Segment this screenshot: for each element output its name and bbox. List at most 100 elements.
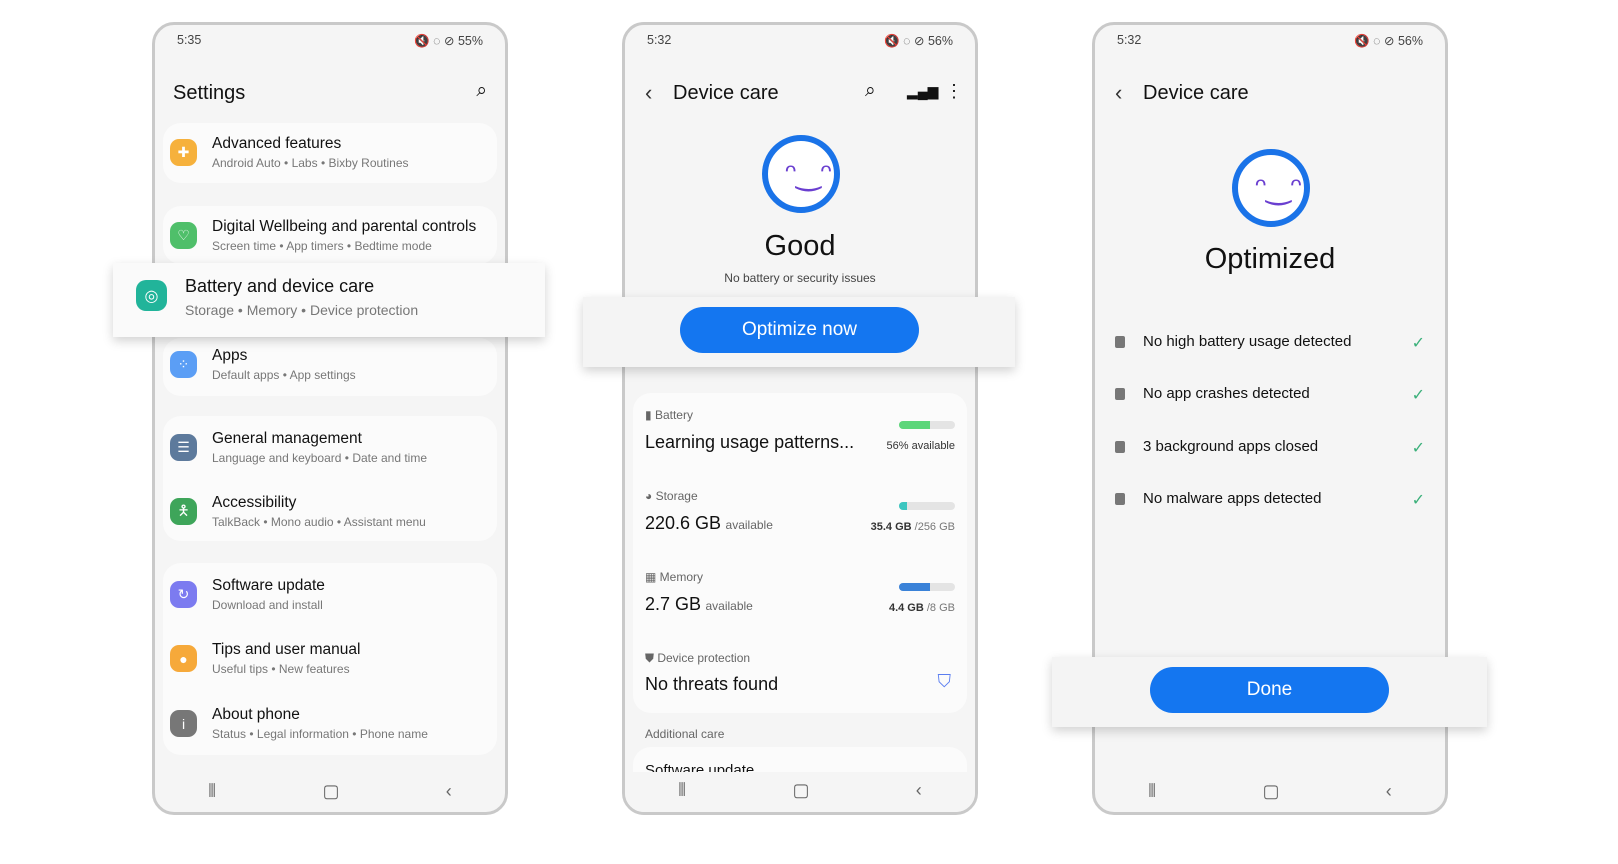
settings-phone: 5:35 🔇 ◌ ⊘ 55% Settings ⌕ ✚ Advanced featu… [152, 22, 508, 815]
back-icon[interactable]: ‹ [645, 80, 652, 106]
item-subtitle: Status • Legal information • Phone name [212, 727, 428, 741]
settings-item-general-management[interactable]: ☰ General management Language and keyboard… [155, 430, 505, 474]
app-icon [1115, 388, 1125, 400]
settings-item-accessibility[interactable]: 🯅 Accessibility TalkBack • Mono audio • As… [155, 494, 505, 538]
settings-item-tips[interactable]: ● Tips and user manual Useful tips • New f… [155, 641, 505, 685]
item-title: Accessibility [212, 494, 297, 511]
general-management-icon: ☰ [170, 434, 197, 461]
device-care-icon: ◎ [136, 280, 167, 311]
item-subtitle: Screen time • App timers • Bedtime mode [212, 239, 432, 253]
status-time: 5:32 [1117, 33, 1142, 47]
nav-bar: ⦀ ▢ ‹ [155, 781, 505, 802]
settings-item-apps[interactable]: ⁘ Apps Default apps • App settings [155, 347, 505, 391]
back-icon[interactable]: ‹ [1386, 781, 1392, 802]
home-icon[interactable]: ▢ [322, 781, 339, 802]
optimize-now-button[interactable]: Optimize now [680, 307, 919, 353]
search-icon[interactable]: ⌕ [865, 80, 876, 102]
check-icon: ✓ [1411, 492, 1425, 509]
check-icon: ✓ [1411, 387, 1425, 404]
nav-bar: ⦀ ▢ ‹ [625, 772, 975, 812]
item-title: Digital Wellbeing and parental controls [212, 218, 477, 235]
check-icon: ✓ [1411, 440, 1425, 457]
battery-detail: 56% available [886, 440, 956, 452]
memory-icon [1115, 441, 1125, 453]
care-status: Optimized [1204, 243, 1336, 275]
status-bar: 5:35 🔇 ◌ ⊘ 55% [177, 33, 483, 49]
check-icon: ✓ [1411, 335, 1425, 352]
item-subtitle: Useful tips • New features [212, 662, 350, 676]
optimize-popout: Optimize now [583, 297, 1015, 367]
item-subtitle: Default apps • App settings [212, 368, 356, 382]
status-time: 5:32 [647, 33, 672, 47]
storage-section[interactable]: ◕ Storage 220.6 GB available 35.4 GB /25… [645, 489, 955, 549]
item-title: Apps [212, 347, 248, 364]
smiley-icon: ᵔ‿ᵔ [1232, 149, 1310, 227]
memory-value: 2.7 GB [645, 594, 702, 614]
back-icon[interactable]: ‹ [1115, 80, 1122, 106]
memory-bar-fill [899, 583, 930, 591]
status-bar: 5:32 🔇 ◌ ⊘ 56% [1117, 33, 1423, 49]
recents-icon[interactable]: ⦀ [678, 780, 686, 812]
back-icon[interactable]: ‹ [446, 781, 452, 802]
memory-unit: available [705, 599, 753, 613]
advanced-features-icon: ✚ [170, 139, 197, 166]
additional-care-header: Additional care [645, 727, 725, 741]
care-status: Good [764, 230, 836, 262]
wellbeing-icon: ♡ [170, 222, 197, 249]
item-title: Advanced features [212, 135, 342, 152]
shield-icon: ⛊ Device protection [645, 651, 751, 665]
storage-unit: available [725, 518, 773, 532]
back-icon[interactable]: ‹ [916, 780, 922, 812]
recents-icon[interactable]: ⦀ [208, 781, 216, 802]
settings-item-advanced-features[interactable]: ✚ Advanced features Android Auto • Labs • … [155, 135, 505, 179]
item-title: Battery and device care [185, 276, 375, 296]
memory-used: 4.4 GB [888, 602, 924, 614]
item-subtitle: Storage • Memory • Device protection [185, 302, 419, 318]
recents-icon[interactable]: ⦀ [1148, 781, 1156, 802]
status-battery: 🔇 ◌ ⊘ 56% [1354, 34, 1423, 48]
battery-bar [899, 421, 955, 429]
memory-icon: ▦ Memory [645, 570, 704, 584]
page-title: Settings [173, 82, 246, 104]
search-icon[interactable]: ⌕ [476, 80, 487, 102]
item-subtitle: TalkBack • Mono audio • Assistant menu [212, 515, 426, 529]
software-update-icon: ↻ [170, 581, 197, 608]
protection-value: No threats found [645, 674, 779, 694]
apps-icon: ⁘ [170, 351, 197, 378]
shield-check-icon: ⛉ [937, 671, 952, 691]
item-title: Software update [212, 577, 325, 594]
settings-item-about-phone[interactable]: i About phone Status • Legal information •… [155, 706, 505, 750]
lightbulb-icon: ● [170, 645, 197, 672]
battery-section[interactable]: ▮ Battery Learning usage patterns... 56%… [645, 408, 955, 468]
battery-value: Learning usage patterns... [645, 432, 855, 452]
status-battery: 🔇 ◌ ⊘ 56% [884, 34, 953, 48]
care-status-subtitle: No battery or security issues [724, 271, 876, 285]
stats-icon[interactable]: ▂▄▆ [907, 83, 938, 100]
accessibility-icon: 🯅 [170, 498, 197, 525]
storage-bar-fill [899, 502, 907, 510]
home-icon[interactable]: ▢ [792, 780, 809, 812]
battery-bar-fill [899, 421, 931, 429]
shield-icon [1115, 493, 1125, 505]
memory-section[interactable]: ▦ Memory 2.7 GB available 4.4 GB /8 GB [645, 570, 955, 630]
battery-icon [1115, 336, 1125, 348]
page-title: Device care [1143, 82, 1249, 104]
home-icon[interactable]: ▢ [1262, 781, 1279, 802]
status-battery: 🔇 ◌ ⊘ 55% [414, 34, 483, 48]
page-title: Device care [673, 82, 779, 104]
item-title: Tips and user manual [212, 641, 361, 658]
battery-icon: ▮ Battery [645, 408, 693, 422]
smiley-icon: ᵔ‿ᵔ [762, 135, 840, 213]
more-options-icon[interactable]: ⋮ [945, 81, 963, 102]
nav-bar: ⦀ ▢ ‹ [1095, 781, 1445, 802]
done-popout: Done [1052, 657, 1487, 727]
settings-item-digital-wellbeing[interactable]: ♡ Digital Wellbeing and parental controls… [155, 218, 505, 262]
done-button[interactable]: Done [1150, 667, 1389, 713]
settings-item-battery-device-care[interactable]: ◎ Battery and device care Storage • Memo… [113, 263, 545, 337]
item-subtitle: Language and keyboard • Date and time [212, 451, 428, 465]
settings-item-software-update[interactable]: ↻ Software update Download and install [155, 577, 505, 621]
item-subtitle: Android Auto • Labs • Bixby Routines [212, 156, 409, 170]
device-protection-section[interactable]: ⛊ Device protection No threats found ⛉ [645, 651, 955, 701]
storage-bar [899, 502, 955, 510]
storage-used: 35.4 GB [870, 521, 912, 533]
